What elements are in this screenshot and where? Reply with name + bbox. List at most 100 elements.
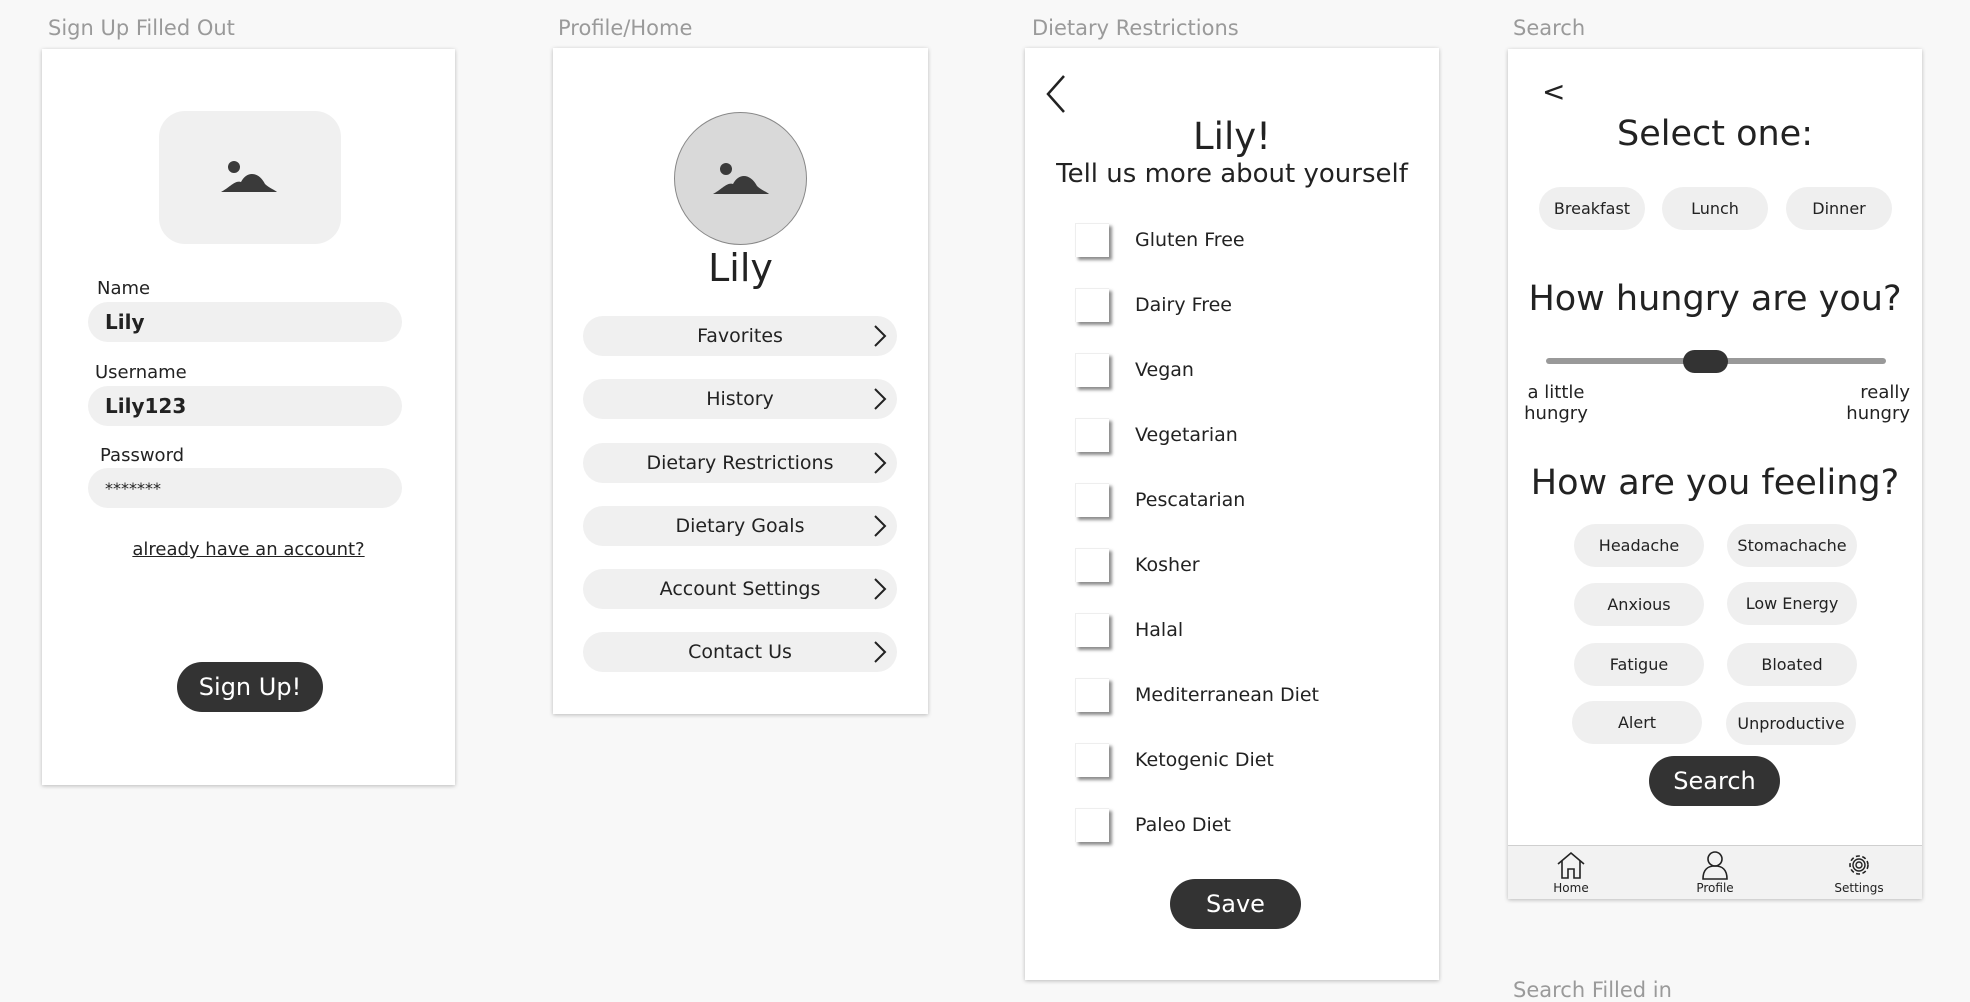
- feeling-option-bloated[interactable]: Bloated: [1727, 643, 1857, 686]
- checkbox[interactable]: [1075, 223, 1109, 257]
- slider-min-label: a little hungry: [1508, 382, 1604, 424]
- menu-item-account-settings[interactable]: Account Settings: [583, 569, 897, 609]
- option-label: Mediterranean Diet: [1135, 684, 1319, 706]
- checkbox[interactable]: [1075, 288, 1109, 322]
- meal-option-lunch[interactable]: Lunch: [1662, 187, 1768, 230]
- menu-item-dietary-goals[interactable]: Dietary Goals: [583, 506, 897, 546]
- chevron-right-icon: [874, 641, 887, 663]
- search-screen: < Select one: Breakfast Lunch Dinner How…: [1508, 49, 1922, 899]
- checkbox[interactable]: [1075, 353, 1109, 387]
- profile-name: Lily: [708, 246, 773, 290]
- feeling-title: How are you feeling?: [1530, 463, 1900, 503]
- feeling-option-anxious[interactable]: Anxious: [1574, 583, 1704, 626]
- artboard-label-dietary: Dietary Restrictions: [1032, 16, 1239, 40]
- slider-min-label-line: hungry: [1524, 403, 1588, 424]
- artboard-label-search-filled: Search Filled in: [1513, 978, 1672, 1002]
- avatar-placeholder[interactable]: [159, 111, 341, 244]
- chevron-right-icon: [874, 388, 887, 410]
- option-paleo-diet[interactable]: Paleo Diet: [1075, 805, 1231, 845]
- avatar[interactable]: [674, 112, 807, 245]
- feeling-option-low-energy[interactable]: Low Energy: [1727, 582, 1857, 625]
- option-label: Ketogenic Diet: [1135, 749, 1274, 771]
- checkbox[interactable]: [1075, 548, 1109, 582]
- menu-item-contact-us[interactable]: Contact Us: [583, 632, 897, 672]
- nav-profile[interactable]: Profile: [1670, 846, 1760, 895]
- menu-item-dietary-restrictions[interactable]: Dietary Restrictions: [583, 443, 897, 483]
- chevron-right-icon: [874, 515, 887, 537]
- hungry-title: How hungry are you?: [1528, 279, 1902, 319]
- menu-item-label: Account Settings: [659, 578, 821, 600]
- username-label: Username: [95, 362, 187, 383]
- gear-icon: [1849, 855, 1869, 875]
- already-have-account-link[interactable]: already have an account?: [42, 539, 455, 560]
- bottom-nav-bar: Home Profile Settings: [1508, 845, 1922, 899]
- meal-option-dinner[interactable]: Dinner: [1786, 187, 1892, 230]
- option-label: Halal: [1135, 619, 1184, 641]
- menu-item-label: Dietary Restrictions: [646, 452, 834, 474]
- image-icon: [713, 163, 769, 194]
- checkbox[interactable]: [1075, 418, 1109, 452]
- signup-screen: Name Lily Username Lily123 Password ****…: [42, 49, 455, 785]
- nav-home-label: Home: [1553, 881, 1589, 895]
- checkbox[interactable]: [1075, 743, 1109, 777]
- option-vegan[interactable]: Vegan: [1075, 350, 1194, 390]
- checkbox[interactable]: [1075, 483, 1109, 517]
- dietary-restrictions-screen: Lily! Tell us more about yourself Gluten…: [1025, 48, 1439, 980]
- checkbox[interactable]: [1075, 808, 1109, 842]
- home-icon: [1557, 851, 1585, 879]
- nav-settings[interactable]: Settings: [1814, 846, 1904, 895]
- password-field[interactable]: *******: [88, 468, 402, 508]
- feeling-option-headache[interactable]: Headache: [1574, 524, 1704, 567]
- checkbox[interactable]: [1075, 613, 1109, 647]
- menu-item-label: History: [706, 388, 774, 410]
- name-field[interactable]: Lily: [88, 302, 402, 342]
- menu-item-history[interactable]: History: [583, 379, 897, 419]
- profile-screen: Lily Favorites History Dietary Restricti…: [553, 48, 928, 714]
- greeting-subtitle: Tell us more about yourself: [1056, 159, 1408, 189]
- option-label: Dairy Free: [1135, 294, 1232, 316]
- hunger-slider-thumb[interactable]: [1683, 350, 1729, 373]
- search-button[interactable]: Search: [1649, 756, 1780, 806]
- back-chevron-icon[interactable]: [1045, 74, 1067, 114]
- option-halal[interactable]: Halal: [1075, 610, 1183, 650]
- name-label: Name: [97, 278, 151, 299]
- slider-min-label-line: a little: [1527, 382, 1585, 403]
- option-pescatarian[interactable]: Pescatarian: [1075, 480, 1245, 520]
- feeling-option-unproductive[interactable]: Unproductive: [1726, 702, 1856, 745]
- meal-option-breakfast[interactable]: Breakfast: [1539, 187, 1645, 230]
- sign-up-button[interactable]: Sign Up!: [177, 662, 323, 712]
- option-label: Vegetarian: [1135, 424, 1238, 446]
- save-button[interactable]: Save: [1170, 879, 1301, 929]
- slider-max-label-line: really: [1860, 382, 1910, 403]
- option-vegetarian[interactable]: Vegetarian: [1075, 415, 1238, 455]
- menu-item-label: Contact Us: [688, 641, 792, 663]
- option-dairy-free[interactable]: Dairy Free: [1075, 285, 1232, 325]
- option-label: Gluten Free: [1135, 229, 1245, 251]
- back-button[interactable]: <: [1542, 75, 1565, 108]
- profile-icon: [1702, 851, 1728, 880]
- nav-home[interactable]: Home: [1526, 846, 1616, 895]
- option-gluten-free[interactable]: Gluten Free: [1075, 220, 1245, 260]
- feeling-option-stomachache[interactable]: Stomachache: [1727, 524, 1857, 567]
- option-ketogenic-diet[interactable]: Ketogenic Diet: [1075, 740, 1274, 780]
- option-label: Pescatarian: [1135, 489, 1246, 511]
- feeling-option-alert[interactable]: Alert: [1572, 701, 1702, 744]
- nav-profile-label: Profile: [1696, 881, 1734, 895]
- select-one-title: Select one:: [1616, 114, 1814, 154]
- password-label: Password: [100, 445, 185, 466]
- option-label: Paleo Diet: [1135, 814, 1231, 836]
- artboard-label-search: Search: [1513, 16, 1586, 40]
- checkbox[interactable]: [1075, 678, 1109, 712]
- option-kosher[interactable]: Kosher: [1075, 545, 1200, 585]
- chevron-right-icon: [874, 452, 887, 474]
- image-icon: [221, 161, 277, 192]
- feeling-option-fatigue[interactable]: Fatigue: [1574, 643, 1704, 686]
- chevron-right-icon: [874, 578, 887, 600]
- nav-settings-label: Settings: [1834, 881, 1884, 895]
- slider-max-label-line: hungry: [1846, 403, 1910, 424]
- username-field[interactable]: Lily123: [88, 386, 402, 426]
- option-mediterranean-diet[interactable]: Mediterranean Diet: [1075, 675, 1319, 715]
- chevron-right-icon: [874, 325, 887, 347]
- menu-item-label: Dietary Goals: [675, 515, 805, 537]
- menu-item-favorites[interactable]: Favorites: [583, 316, 897, 356]
